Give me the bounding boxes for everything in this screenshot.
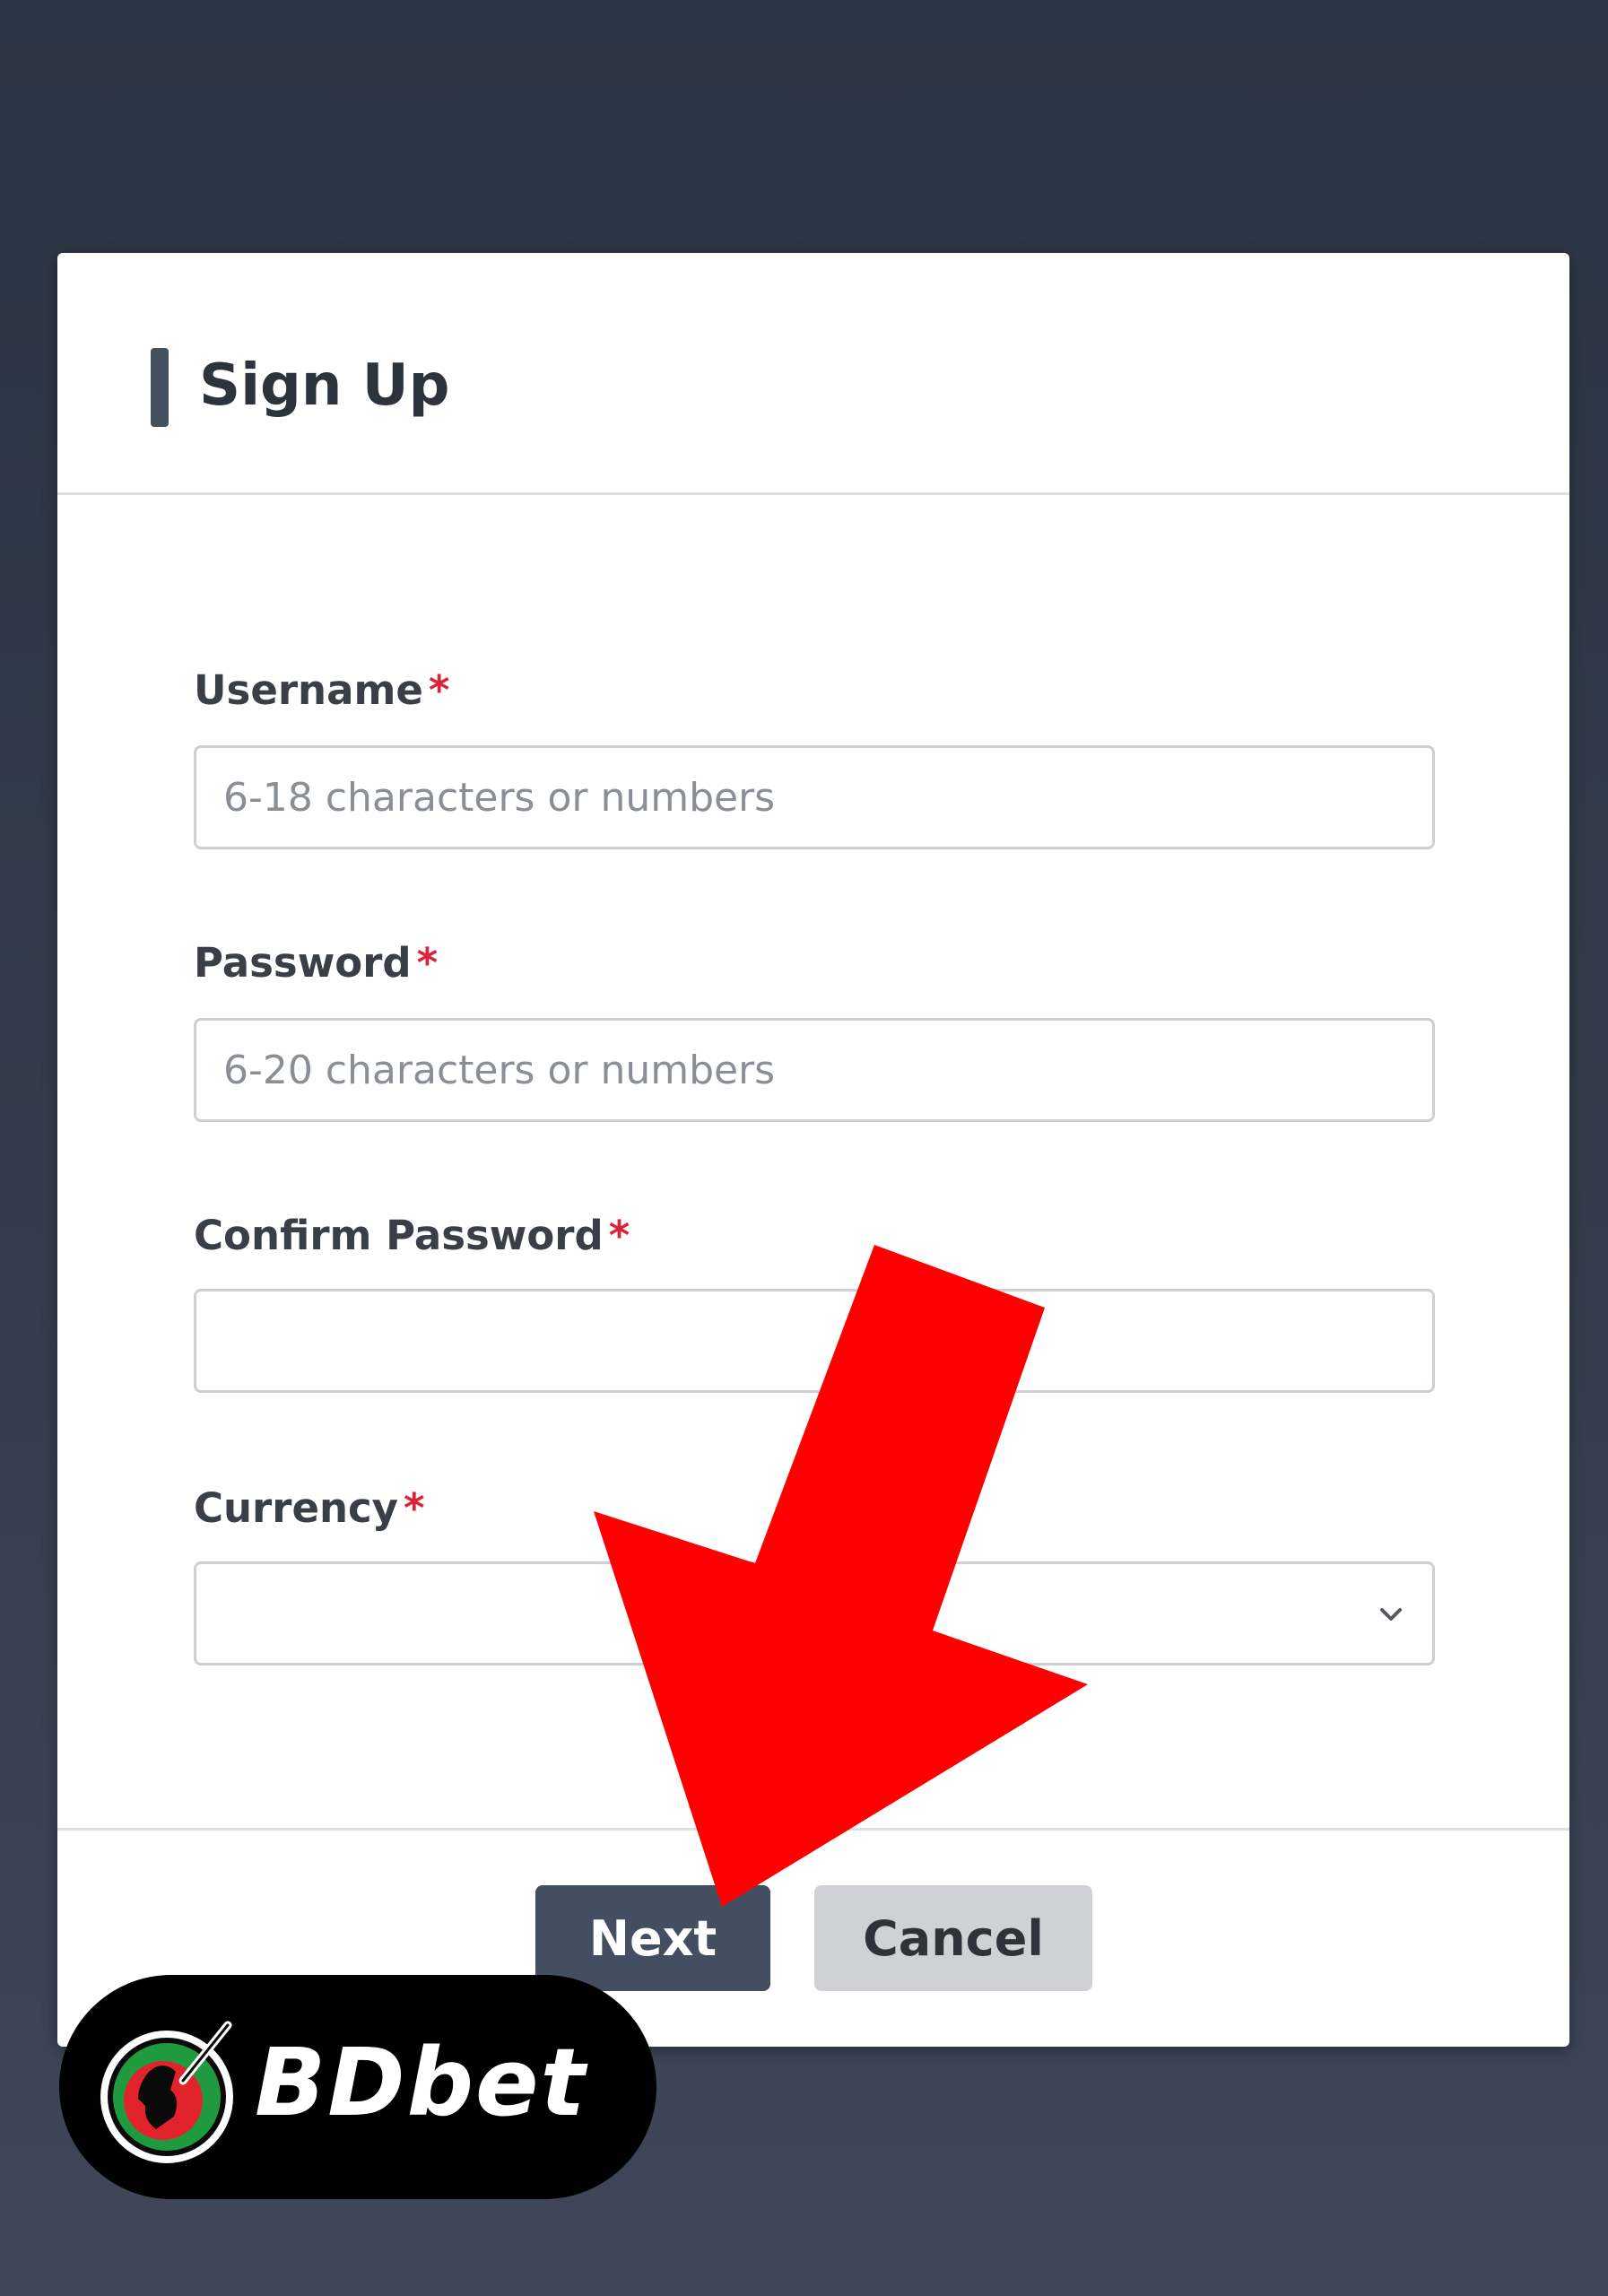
confirm-password-input[interactable] (194, 1289, 1435, 1393)
cricket-batsman-icon (100, 2021, 233, 2163)
password-input[interactable] (194, 1018, 1435, 1122)
currency-select[interactable] (194, 1561, 1435, 1665)
username-input[interactable] (194, 745, 1435, 849)
required-mark: * (608, 1212, 630, 1259)
currency-label: Currency * (194, 1482, 425, 1535)
signup-modal: Sign Up Username* Password* Confirm Pass… (57, 253, 1569, 2047)
confirm-password-label-text: Confirm Password (194, 1212, 604, 1259)
page-title: Sign Up (199, 352, 450, 419)
title-accent-bar (151, 348, 169, 427)
password-label-text: Password (194, 939, 412, 987)
username-label-text: Username (194, 666, 423, 714)
chevron-down-icon (1380, 1608, 1402, 1621)
brand-logo-text: BDbet (255, 2028, 587, 2137)
required-mark: * (404, 1484, 425, 1532)
brand-logo: BDbet (59, 1975, 656, 2199)
next-button[interactable]: Next (535, 1885, 770, 1991)
confirm-password-label: Confirm Password * (194, 1209, 630, 1263)
cancel-button[interactable]: Cancel (814, 1885, 1092, 1991)
required-mark: * (428, 666, 450, 714)
modal-header: Sign Up (57, 253, 1569, 495)
username-label: Username * (194, 664, 449, 718)
currency-label-text: Currency (194, 1484, 399, 1532)
password-label: Password * (194, 936, 438, 990)
required-mark: * (416, 939, 439, 987)
footer-divider (57, 1828, 1569, 1831)
